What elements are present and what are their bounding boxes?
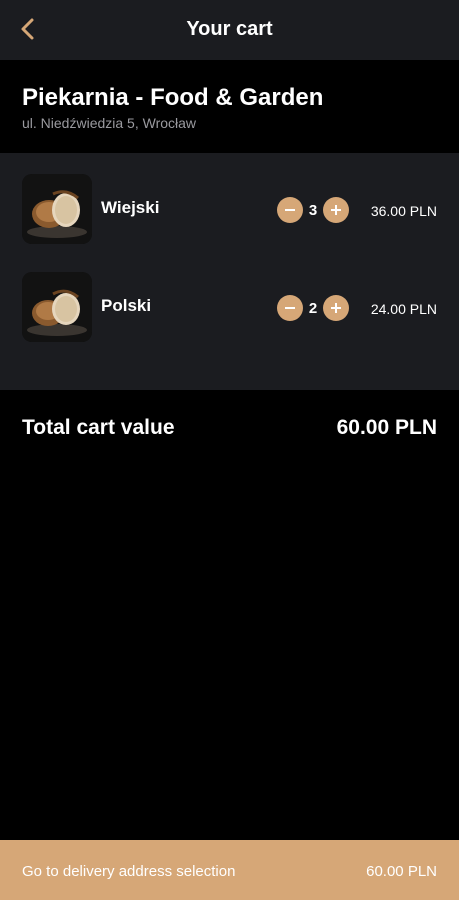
cart-item: Polski 2 24.00 PLN <box>0 272 459 344</box>
item-price: 24.00 PLN <box>370 301 437 317</box>
shop-info: Piekarnia - Food & Garden ul. Niedźwiedz… <box>0 60 459 153</box>
total-label: Total cart value <box>22 416 175 439</box>
shop-name: Piekarnia - Food & Garden <box>22 84 324 111</box>
cta-label: Go to delivery address selection <box>22 863 236 880</box>
total-value: 60.00 PLN <box>336 416 437 439</box>
item-quantity: 3 <box>308 202 318 219</box>
decrease-quantity-button[interactable] <box>277 197 303 223</box>
item-name: Wiejski <box>101 198 160 217</box>
top-bar: Your cart <box>0 0 459 60</box>
cta-price: 60.00 PLN <box>366 863 437 880</box>
decrease-quantity-button[interactable] <box>277 295 303 321</box>
page-title: Your cart <box>186 18 273 40</box>
minus-icon <box>285 307 295 309</box>
cart-item: Wiejski 3 36.00 PLN <box>0 174 459 246</box>
cart-items-list: Wiejski 3 36.00 PLN Polski 2 24.00 PLN <box>0 153 459 390</box>
item-price: 36.00 PLN <box>370 203 437 219</box>
plus-icon <box>331 303 341 313</box>
product-image <box>22 272 92 342</box>
product-image <box>22 174 92 244</box>
cart-total: Total cart value 60.00 PLN <box>0 390 459 465</box>
item-quantity: 2 <box>308 300 318 317</box>
increase-quantity-button[interactable] <box>323 197 349 223</box>
go-to-delivery-button[interactable]: Go to delivery address selection 60.00 P… <box>0 840 459 900</box>
plus-icon <box>331 205 341 215</box>
increase-quantity-button[interactable] <box>323 295 349 321</box>
minus-icon <box>285 209 295 211</box>
shop-address: ul. Niedźwiedzia 5, Wrocław <box>22 115 197 131</box>
item-name: Polski <box>101 296 152 315</box>
